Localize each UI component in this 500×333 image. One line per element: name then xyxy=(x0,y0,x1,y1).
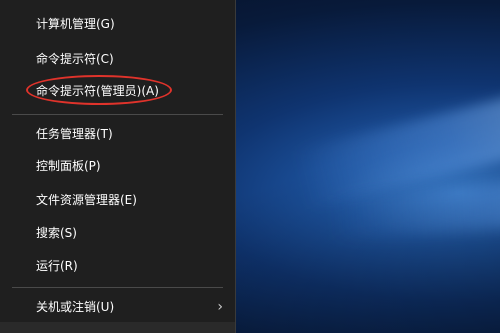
menu-item-label: 文件资源管理器(E) xyxy=(36,193,137,207)
menu-item-command-prompt[interactable]: 命令提示符(C) xyxy=(0,43,235,75)
menu-divider xyxy=(12,114,223,115)
menu-item-task-manager[interactable]: 任务管理器(T) xyxy=(0,118,235,150)
menu-item-label: 运行(R) xyxy=(36,259,78,273)
menu-item-search[interactable]: 搜索(S) xyxy=(0,217,235,249)
menu-item-partial[interactable] xyxy=(0,322,235,333)
menu-item-label: 命令提示符(管理员)(A) xyxy=(36,84,159,98)
menu-item-file-explorer[interactable]: 文件资源管理器(E) xyxy=(0,184,235,216)
menu-item-label: 计算机管理(G) xyxy=(36,17,115,31)
menu-item-label: 控制面板(P) xyxy=(36,159,101,173)
menu-item-shutdown-signout[interactable]: 关机或注销(U) › xyxy=(0,291,235,323)
menu-item-control-panel[interactable]: 控制面板(P) xyxy=(0,150,235,182)
winx-context-menu: 计算机管理(G) 命令提示符(C) 命令提示符(管理员)(A) 任务管理器(T)… xyxy=(0,0,236,333)
menu-item-label: 关机或注销(U) xyxy=(36,300,115,314)
menu-item-label: 任务管理器(T) xyxy=(36,127,113,141)
menu-item-computer-management[interactable]: 计算机管理(G) xyxy=(0,8,235,40)
menu-item-label: 命令提示符(C) xyxy=(36,52,114,66)
menu-item-label: 搜索(S) xyxy=(36,226,77,240)
menu-item-command-prompt-admin[interactable]: 命令提示符(管理员)(A) xyxy=(0,75,235,107)
menu-divider xyxy=(12,287,223,288)
menu-item-run[interactable]: 运行(R) xyxy=(0,250,235,282)
chevron-right-icon: › xyxy=(217,299,223,315)
